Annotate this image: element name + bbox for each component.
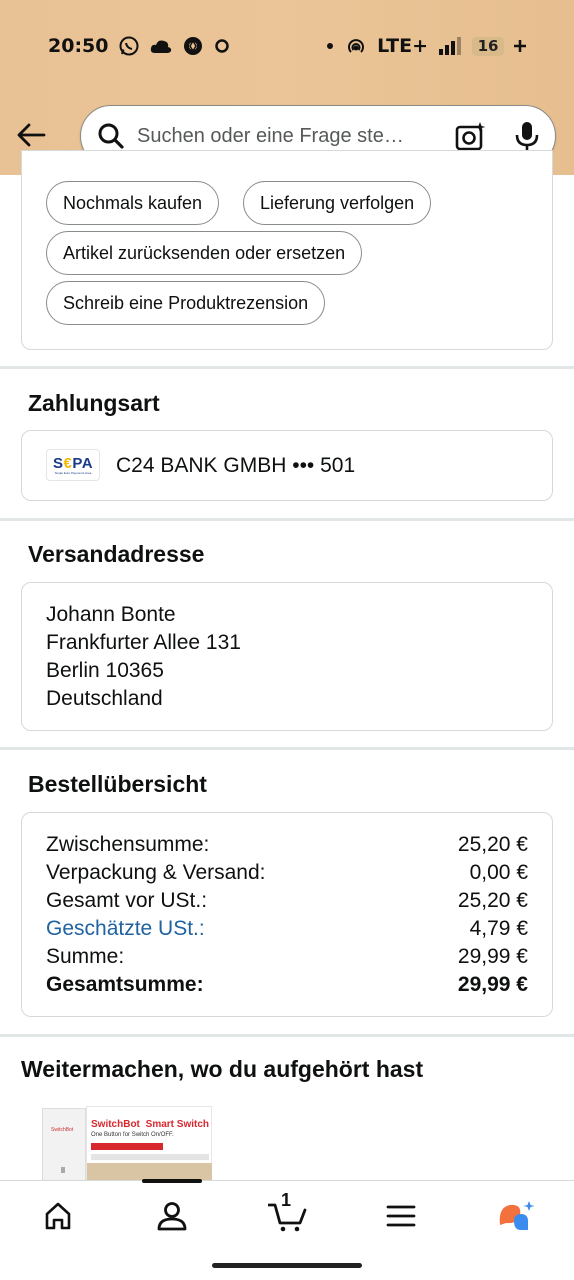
section-divider <box>0 747 574 750</box>
settings-badge-icon <box>182 35 204 57</box>
microphone-icon[interactable] <box>515 121 539 151</box>
active-tab-indicator <box>142 1179 202 1183</box>
nav-cart[interactable]: 1 <box>266 1190 310 1233</box>
battery-icon: 16 <box>472 36 504 56</box>
section-divider <box>0 366 574 369</box>
status-time: 20:50 <box>48 35 109 57</box>
camera-lens-icon[interactable] <box>455 121 487 151</box>
product-name: Smart Switch <box>145 1119 210 1130</box>
cloud-icon <box>150 38 172 54</box>
continue-title: Weitermachen, wo du aufgehört hast <box>21 1056 424 1082</box>
section-divider <box>0 1034 574 1037</box>
summary-row-subtotal: Zwischensumme: 25,20 € <box>46 833 528 856</box>
sepa-logo: S€PA Single Euro Payments Area <box>46 449 100 481</box>
payment-card[interactable]: S€PA Single Euro Payments Area C24 BANK … <box>21 430 553 501</box>
search-input[interactable] <box>137 124 441 148</box>
nav-home[interactable] <box>38 1199 78 1233</box>
back-button[interactable] <box>14 118 48 152</box>
circle-icon <box>214 38 230 54</box>
hotspot-icon <box>345 35 367 57</box>
shipping-title: Versandadresse <box>28 541 205 567</box>
nav-account[interactable] <box>152 1199 192 1233</box>
address-country: Deutschland <box>46 687 163 710</box>
return-replace-button[interactable]: Artikel zurücksenden oder ersetzen <box>46 231 363 275</box>
charging-plus-icon <box>514 40 526 52</box>
summary-row-sum: Summe: 29,99 € <box>46 945 528 968</box>
summary-row-total: Gesamtsumme: 29,99 € <box>46 973 528 996</box>
home-icon <box>45 1202 71 1230</box>
product-thumbnail[interactable]: SwitchBot SwitchBot Smart Switch One But… <box>42 1106 212 1180</box>
address-city: Berlin 10365 <box>46 659 164 682</box>
payment-title: Zahlungsart <box>28 390 160 416</box>
status-bar: 20:50 LTE+ 16 <box>48 28 526 64</box>
user-icon <box>157 1202 187 1231</box>
section-divider <box>0 518 574 521</box>
system-home-bar[interactable] <box>212 1263 362 1268</box>
dot-icon <box>325 41 335 51</box>
summary-row-pretax: Gesamt vor USt.: 25,20 € <box>46 889 528 912</box>
buy-again-button[interactable]: Nochmals kaufen <box>46 181 220 225</box>
product-tagline: One Button for Switch On/OFF. <box>91 1132 174 1138</box>
nav-assistant[interactable] <box>496 1199 536 1233</box>
signal-icon <box>438 37 462 55</box>
write-review-button[interactable]: Schreib eine Produktrezension <box>46 281 326 325</box>
whatsapp-icon <box>118 35 140 57</box>
summary-row-tax: Geschätzte USt.: 4,79 € <box>46 915 528 943</box>
track-delivery-button[interactable]: Lieferung verfolgen <box>243 181 432 225</box>
search-icon <box>98 123 124 149</box>
nav-menu[interactable] <box>381 1199 421 1233</box>
product-brand: SwitchBot <box>91 1119 140 1130</box>
payment-bank: C24 BANK GMBH ••• 501 <box>116 454 356 477</box>
app-header: 20:50 LTE+ 16 <box>0 0 574 175</box>
shipping-address-card: Johann Bonte Frankfurter Allee 131 Berli… <box>21 582 553 731</box>
summary-row-shipping: Verpackung & Versand: 0,00 € <box>46 861 528 884</box>
menu-icon <box>386 1205 416 1227</box>
bottom-navigation: 1 <box>0 1179 574 1280</box>
arrow-left-icon <box>17 123 46 147</box>
assistant-icon <box>499 1201 535 1230</box>
order-summary-card: Zwischensumme: 25,20 € Verpackung & Vers… <box>21 812 553 1017</box>
network-type: LTE+ <box>377 35 428 57</box>
address-name: Johann Bonte <box>46 603 176 626</box>
estimated-tax-link[interactable]: Geschätzte USt.: <box>46 915 205 943</box>
cart-count: 1 <box>281 1190 292 1210</box>
summary-title: Bestellübersicht <box>28 771 207 797</box>
address-street: Frankfurter Allee 131 <box>46 631 241 654</box>
